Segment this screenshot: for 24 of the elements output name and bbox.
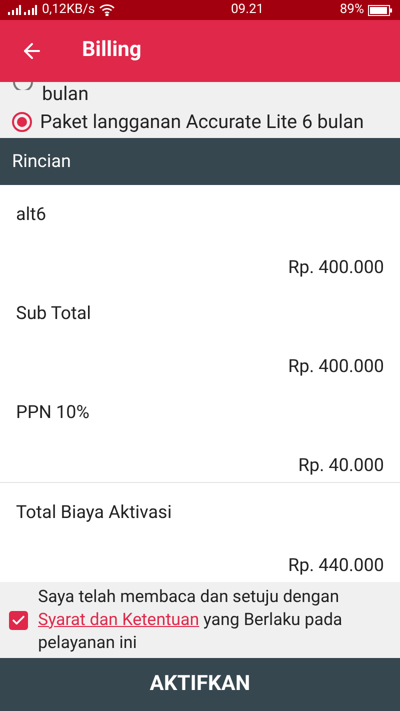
wifi-icon	[98, 4, 115, 16]
signal-icon	[8, 5, 38, 15]
activate-button[interactable]: AKTIFKAN	[0, 658, 400, 711]
screen-title: Billing	[82, 37, 142, 64]
agreement-text: Saya telah membaca dan setuju dengan Syarat dan Ketentuan yang Berlaku pada pelayanan ini	[38, 586, 344, 654]
item-name: Sub Total	[16, 302, 92, 326]
network-speed: 0,12KB/s	[42, 1, 95, 20]
option-label: Paket langganan Accurate Lite 6 bulan	[40, 110, 364, 134]
item-amount: Rp. 440.000	[288, 554, 384, 578]
radio-button[interactable]	[12, 112, 32, 132]
terms-link[interactable]: Syarat dan Ketentuan	[38, 610, 200, 630]
option-label: bulan	[42, 82, 89, 106]
battery-percent: 89%	[340, 1, 364, 20]
agree-checkbox[interactable]	[9, 610, 28, 630]
battery-icon	[368, 4, 392, 16]
item-name: PPN 10%	[16, 401, 90, 425]
item-amount: Rp. 400.000	[288, 256, 384, 280]
item-name: alt6	[16, 203, 46, 227]
item-amount: Rp. 40.000	[298, 454, 384, 478]
clock-time: 09.21	[231, 1, 264, 20]
radio-button[interactable]	[12, 82, 34, 90]
item-amount: Rp. 400.000	[288, 355, 384, 379]
item-name: Total Biaya Aktivasi	[16, 501, 172, 525]
section-title: Rincian	[12, 150, 71, 174]
